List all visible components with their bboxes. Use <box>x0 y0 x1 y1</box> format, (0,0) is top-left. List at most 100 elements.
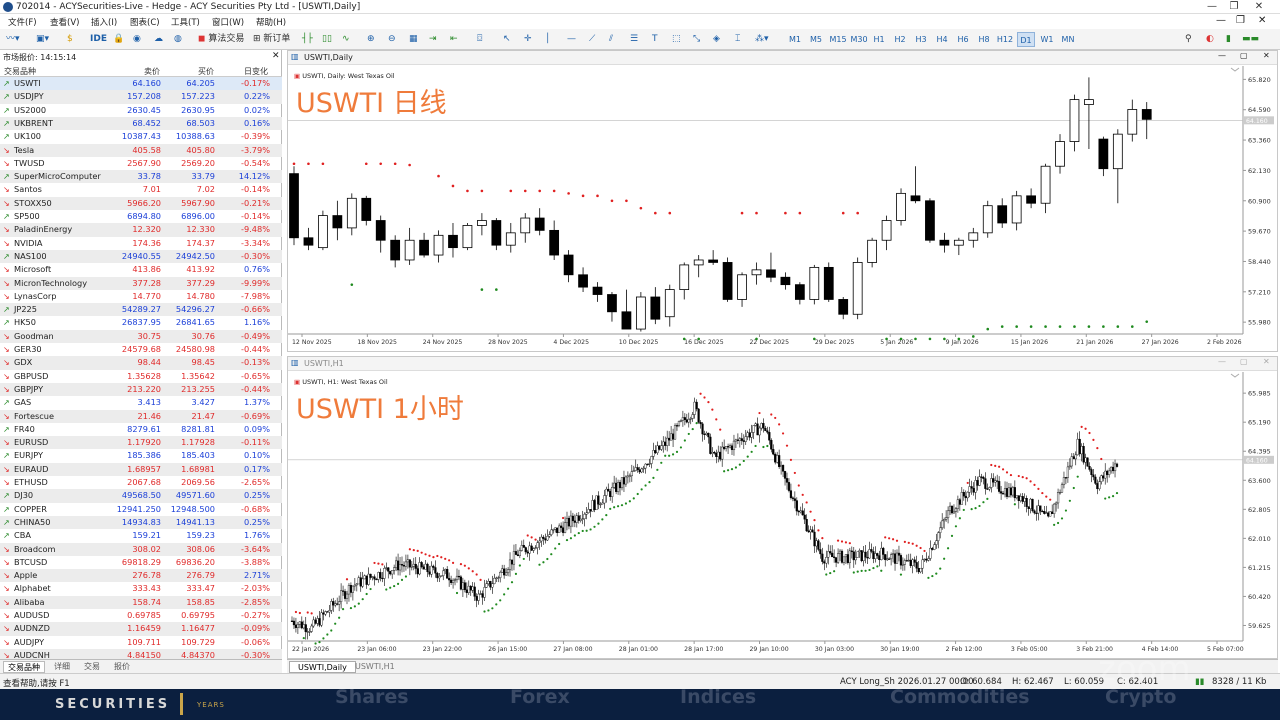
tf-d1[interactable]: D1 <box>1017 32 1035 47</box>
tab-ticks[interactable]: 报价 <box>110 661 134 673</box>
daily-minimize-icon[interactable]: — <box>1218 51 1226 60</box>
watchlist-row[interactable]: ↘ Broadcom 308.02 308.06 -3.64% <box>0 542 282 556</box>
daily-restore-icon[interactable]: ▢ <box>1240 51 1248 60</box>
watchlist-row[interactable]: ↘ AUDNZD 1.16459 1.16477 -0.09% <box>0 622 282 636</box>
watchlist-row[interactable]: ↗ COPPER 12941.250 12948.500 -0.68% <box>0 503 282 516</box>
vps-icon[interactable]: ☁ <box>154 32 163 47</box>
watchlist-row[interactable]: ↘ EURAUD 1.68957 1.68981 0.17% <box>0 462 282 476</box>
watchlist-row[interactable]: ↗ UK100 10387.43 10388.63 -0.39% <box>0 130 282 143</box>
menu-insert[interactable]: 插入(I) <box>91 16 117 28</box>
menu-close-icon[interactable]: ✕ <box>1258 15 1266 26</box>
watchlist-row[interactable]: ↗ DJ30 49568.50 49571.60 0.25% <box>0 489 282 503</box>
watchlist-row[interactable]: ↗ CHINA50 14934.83 14941.13 0.25% <box>0 515 282 530</box>
watchlist-row[interactable]: ↘ AUDJPY 109.711 109.729 -0.06% <box>0 636 282 649</box>
channel-icon[interactable]: ⫽ <box>609 32 613 47</box>
watchlist-row[interactable]: ↗ UKBRENT 68.452 68.503 0.16% <box>0 116 282 131</box>
signal-icon[interactable]: ◉ <box>133 32 141 47</box>
watchlist-row[interactable]: ↗ SuperMicroComputer 33.78 33.79 14.12% <box>0 170 282 184</box>
watchlist-row[interactable]: ↘ LynasCorp 14.770 14.780 -7.98% <box>0 290 282 303</box>
menu-file[interactable]: 文件(F) <box>8 16 37 28</box>
tf-h4[interactable]: H4 <box>933 32 951 47</box>
horizontal-line-icon[interactable]: — <box>567 32 576 47</box>
tab-symbols[interactable]: 交易品种 <box>3 661 45 673</box>
candle-chart-icon[interactable]: ▯▯ <box>322 32 332 47</box>
watchlist-row[interactable]: ↗ CBA 159.21 159.23 1.76% <box>0 529 282 542</box>
watchlist-row[interactable]: ↘ GBPJPY 213.220 213.255 -0.44% <box>0 382 282 397</box>
gann-icon[interactable]: ◈ <box>713 32 720 47</box>
search-icon[interactable]: ⚲ <box>1185 32 1192 47</box>
watchlist-row[interactable]: ↗ JP225 54289.27 54296.27 -0.66% <box>0 303 282 317</box>
tf-m30[interactable]: M30 <box>849 32 869 47</box>
watchlist-row[interactable]: ↘ Microsoft 413.86 413.92 0.76% <box>0 263 282 276</box>
notification-icon[interactable]: ◐ <box>1206 32 1214 47</box>
header-bid[interactable]: 卖价 <box>144 66 160 77</box>
chart-shift-icon[interactable]: ⇤ <box>450 32 458 47</box>
watchlist-row[interactable]: ↘ BTCUSD 69818.29 69836.20 -3.88% <box>0 556 282 569</box>
fibo-icon[interactable]: ☰ <box>630 32 638 47</box>
watchlist-row[interactable]: ↗ GAS 3.413 3.427 1.37% <box>0 396 282 409</box>
minimize-icon[interactable]: — <box>1205 1 1219 13</box>
close-icon[interactable]: ✕ <box>1252 1 1266 13</box>
watchlist-row[interactable]: ↘ GBPUSD 1.35628 1.35642 -0.65% <box>0 370 282 383</box>
menu-restore-icon[interactable]: ❐ <box>1236 15 1245 26</box>
menu-chart[interactable]: 图表(C) <box>130 16 160 28</box>
watchlist-row[interactable]: ↗ SP500 6894.80 6896.00 -0.14% <box>0 210 282 223</box>
new-order-button[interactable]: ⊞ 新订单 <box>253 32 290 47</box>
chart-tab-h1[interactable]: USWTI,H1 <box>347 661 403 673</box>
watchlist-row[interactable]: ↗ US2000 2630.45 2630.95 0.02% <box>0 104 282 117</box>
tf-h8[interactable]: H8 <box>975 32 993 47</box>
watchlist-row[interactable]: ↗ HK50 26837.95 26841.65 1.16% <box>0 316 282 329</box>
tf-mn[interactable]: MN <box>1059 32 1077 47</box>
watchlist-row[interactable]: ↘ Fortescue 21.46 21.47 -0.69% <box>0 409 282 423</box>
header-symbol[interactable]: 交易品种 <box>4 66 36 77</box>
watchlist-row[interactable]: ↗ USDJPY 157.208 157.223 0.22% <box>0 90 282 104</box>
watchlist-row[interactable]: ↗ FR40 8279.61 8281.81 0.09% <box>0 423 282 436</box>
menu-view[interactable]: 查看(V) <box>50 16 79 28</box>
tf-m1[interactable]: M1 <box>786 32 804 47</box>
label-icon[interactable]: ⌶ <box>735 32 740 47</box>
watchlist-row[interactable]: ↘ Santos 7.01 7.02 -0.14% <box>0 183 282 196</box>
watchlist-row[interactable]: ↘ Alibaba 158.74 158.85 -2.85% <box>0 595 282 609</box>
watchlist-row[interactable]: ↘ GER30 24579.68 24580.98 -0.44% <box>0 343 282 356</box>
restore-icon[interactable]: ❐ <box>1227 1 1241 13</box>
autoscroll-icon[interactable]: ⇥ <box>429 32 437 47</box>
line-chart-icon[interactable]: ∿ <box>342 32 350 47</box>
tf-h12[interactable]: H12 <box>995 32 1015 47</box>
zoom-in-icon[interactable]: ⊕ <box>367 32 375 47</box>
market-watch-close-icon[interactable]: ✕ <box>272 51 280 61</box>
watchlist-row[interactable]: ↘ GDX 98.44 98.45 -0.13% <box>0 356 282 370</box>
header-change[interactable]: 日变化 <box>244 66 268 77</box>
shapes-icon[interactable]: ⬚ <box>672 32 681 47</box>
tf-h6[interactable]: H6 <box>954 32 972 47</box>
watchlist-row[interactable]: ↘ STOXX50 5966.20 5967.90 -0.21% <box>0 196 282 210</box>
money-icon[interactable]: $ <box>67 32 73 47</box>
watchlist-row[interactable]: ↘ AUDUSD 0.69785 0.69795 -0.27% <box>0 609 282 622</box>
objects-menu-icon[interactable]: ⁂▾ <box>755 32 769 47</box>
bar-chart-icon[interactable]: ┤├ <box>302 32 313 47</box>
tab-trading[interactable]: 交易 <box>80 661 104 673</box>
h1-restore-icon[interactable]: ▢ <box>1240 357 1248 366</box>
watchlist-row[interactable]: ↘ PaladinEnergy 12.320 12.330 -9.48% <box>0 223 282 237</box>
crosshair-icon[interactable]: ✛ <box>524 32 532 47</box>
text-tool-icon[interactable]: T <box>652 32 658 47</box>
cursor-icon[interactable]: ↖ <box>503 32 511 47</box>
tf-w1[interactable]: W1 <box>1038 32 1056 47</box>
new-chart-icon[interactable]: ▣▾ <box>36 32 49 47</box>
header-ask[interactable]: 买价 <box>198 66 214 77</box>
watchlist-row[interactable]: ↗ NAS100 24940.55 24942.50 -0.30% <box>0 249 282 264</box>
watchlist-row[interactable]: ↗ EURJPY 185.386 185.403 0.10% <box>0 449 282 462</box>
menu-tools[interactable]: 工具(T) <box>171 16 200 28</box>
screenshot-icon[interactable]: ⌼ <box>477 32 482 47</box>
daily-close-icon[interactable]: ✕ <box>1263 51 1270 60</box>
tf-m5[interactable]: M5 <box>807 32 825 47</box>
menu-window[interactable]: 窗口(W) <box>212 16 244 28</box>
tf-h1[interactable]: H1 <box>870 32 888 47</box>
watchlist-row[interactable]: ↘ Alphabet 333.43 333.47 -2.03% <box>0 582 282 595</box>
tab-details[interactable]: 详细 <box>50 661 74 673</box>
chart-type-icon[interactable]: 〰▾ <box>6 32 20 47</box>
arrows-icon[interactable]: ⤡ <box>693 32 700 47</box>
menu-help[interactable]: 帮助(H) <box>256 16 286 28</box>
watchlist-row[interactable]: ↗ USWTI 64.160 64.205 -0.17% <box>0 77 282 91</box>
tf-m15[interactable]: M15 <box>828 32 848 47</box>
zoom-out-icon[interactable]: ⊖ <box>388 32 396 47</box>
